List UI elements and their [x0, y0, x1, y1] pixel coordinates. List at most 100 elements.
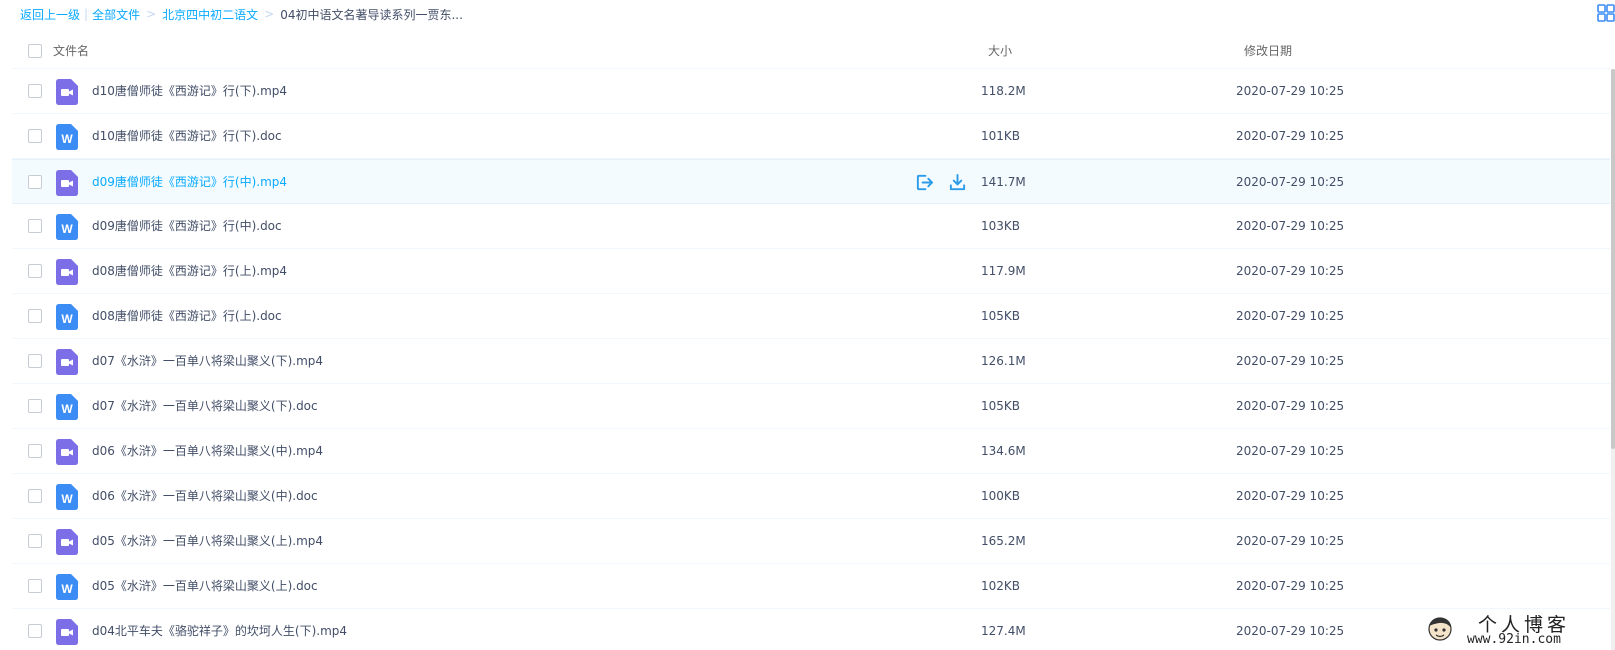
- file-date: 2020-07-29 10:25: [1236, 444, 1345, 458]
- file-date: 2020-07-29 10:25: [1236, 264, 1345, 278]
- row-checkbox[interactable]: [28, 129, 42, 143]
- row-checkbox[interactable]: [28, 579, 42, 593]
- file-date: 2020-07-29 10:25: [1236, 489, 1345, 503]
- file-name[interactable]: d04北平车夫《骆驼祥子》的坎坷人生(下).mp4: [92, 609, 347, 650]
- cartoon-face-icon: [1428, 617, 1452, 641]
- file-size: 134.6M: [981, 444, 1026, 458]
- file-name[interactable]: d08唐僧师徒《西游记》行(上).mp4: [92, 249, 287, 294]
- file-size: 126.1M: [981, 354, 1026, 368]
- file-row[interactable]: W d10唐僧师徒《西游记》行(下).doc 101KB 2020-07-29 …: [12, 114, 1610, 159]
- video-file-icon: [56, 529, 78, 555]
- file-date: 2020-07-29 10:25: [1236, 219, 1345, 233]
- row-checkbox[interactable]: [28, 489, 42, 503]
- row-checkbox[interactable]: [28, 84, 42, 98]
- file-size: 165.2M: [981, 534, 1026, 548]
- file-date: 2020-07-29 10:25: [1236, 534, 1345, 548]
- file-date: 2020-07-29 10:25: [1236, 579, 1345, 593]
- file-row[interactable]: W d07《水浒》一百单八将梁山聚义(下).doc 105KB 2020-07-…: [12, 384, 1610, 429]
- column-header-date[interactable]: 修改日期: [1244, 33, 1292, 69]
- file-name[interactable]: d05《水浒》一百单八将梁山聚义(上).mp4: [92, 519, 323, 564]
- video-file-icon: [56, 439, 78, 465]
- file-size: 105KB: [981, 309, 1021, 323]
- file-date: 2020-07-29 10:25: [1236, 354, 1345, 368]
- file-size: 141.7M: [981, 175, 1026, 189]
- file-row[interactable]: W d06《水浒》一百单八将梁山聚义(中).doc 100KB 2020-07-…: [12, 474, 1610, 519]
- file-name[interactable]: d06《水浒》一百单八将梁山聚义(中).doc: [92, 474, 318, 519]
- file-size: 100KB: [981, 489, 1021, 503]
- table-header: 文件名 大小 修改日期: [12, 33, 1610, 69]
- column-header-name[interactable]: 文件名: [53, 33, 89, 69]
- row-checkbox[interactable]: [28, 624, 42, 638]
- file-name[interactable]: d07《水浒》一百单八将梁山聚义(下).mp4: [92, 339, 323, 384]
- file-name[interactable]: d05《水浒》一百单八将梁山聚义(上).doc: [92, 564, 318, 609]
- file-row[interactable]: d07《水浒》一百单八将梁山聚义(下).mp4 126.1M 2020-07-2…: [12, 339, 1610, 384]
- row-checkbox[interactable]: [28, 354, 42, 368]
- file-date: 2020-07-29 10:25: [1236, 309, 1345, 323]
- file-date: 2020-07-29 10:25: [1236, 129, 1345, 143]
- scrollbar-thumb[interactable]: [1611, 69, 1615, 449]
- file-row[interactable]: W d09唐僧师徒《西游记》行(中).doc 103KB 2020-07-29 …: [12, 204, 1610, 249]
- file-row[interactable]: d04北平车夫《骆驼祥子》的坎坷人生(下).mp4 127.4M 2020-07…: [12, 609, 1610, 650]
- svg-text:W: W: [61, 132, 73, 146]
- file-row[interactable]: d05《水浒》一百单八将梁山聚义(上).mp4 165.2M 2020-07-2…: [12, 519, 1610, 564]
- word-doc-icon: W: [56, 484, 78, 510]
- row-checkbox[interactable]: [28, 219, 42, 233]
- word-doc-icon: W: [56, 124, 78, 150]
- share-icon[interactable]: [915, 173, 934, 192]
- file-name[interactable]: d09唐僧师徒《西游记》行(中).mp4: [92, 160, 287, 205]
- word-doc-icon: W: [56, 394, 78, 420]
- word-doc-icon: W: [56, 214, 78, 240]
- file-row[interactable]: W d05《水浒》一百单八将梁山聚义(上).doc 102KB 2020-07-…: [12, 564, 1610, 609]
- svg-text:W: W: [61, 312, 73, 326]
- row-checkbox[interactable]: [28, 444, 42, 458]
- file-date: 2020-07-29 10:25: [1236, 399, 1345, 413]
- svg-text:W: W: [61, 492, 73, 506]
- column-header-size[interactable]: 大小: [988, 33, 1012, 69]
- file-size: 103KB: [981, 219, 1021, 233]
- file-size: 105KB: [981, 399, 1021, 413]
- file-size: 127.4M: [981, 624, 1026, 638]
- file-name[interactable]: d10唐僧师徒《西游记》行(下).mp4: [92, 69, 287, 114]
- file-row[interactable]: d06《水浒》一百单八将梁山聚义(中).mp4 134.6M 2020-07-2…: [12, 429, 1610, 474]
- breadcrumb-separator: |: [84, 7, 89, 21]
- file-row[interactable]: d08唐僧师徒《西游记》行(上).mp4 117.9M 2020-07-29 1…: [12, 249, 1610, 294]
- svg-text:W: W: [61, 582, 73, 596]
- file-name[interactable]: d08唐僧师徒《西游记》行(上).doc: [92, 294, 282, 339]
- file-list: d10唐僧师徒《西游记》行(下).mp4 118.2M 2020-07-29 1…: [12, 69, 1610, 650]
- file-date: 2020-07-29 10:25: [1236, 84, 1345, 98]
- select-all-checkbox[interactable]: [28, 44, 42, 58]
- svg-text:W: W: [61, 402, 73, 416]
- row-checkbox[interactable]: [28, 264, 42, 278]
- file-row[interactable]: d10唐僧师徒《西游记》行(下).mp4 118.2M 2020-07-29 1…: [12, 69, 1610, 114]
- row-checkbox[interactable]: [28, 175, 42, 189]
- row-checkbox[interactable]: [28, 399, 42, 413]
- video-file-icon: [56, 349, 78, 375]
- download-icon[interactable]: [948, 173, 967, 192]
- file-row[interactable]: W d08唐僧师徒《西游记》行(上).doc 105KB 2020-07-29 …: [12, 294, 1610, 339]
- breadcrumb-current: 04初中语文名著导读系列一贾东...: [280, 7, 463, 22]
- video-file-icon: [56, 619, 78, 645]
- video-file-icon: [56, 259, 78, 285]
- file-size: 102KB: [981, 579, 1021, 593]
- file-row[interactable]: d09唐僧师徒《西游记》行(中).mp4 141.7M 2020-07-29 1…: [12, 159, 1610, 204]
- watermark-url: www.92in.com: [1467, 632, 1561, 647]
- breadcrumb-all-files[interactable]: 全部文件: [92, 6, 140, 23]
- word-doc-icon: W: [56, 304, 78, 330]
- row-checkbox[interactable]: [28, 309, 42, 323]
- watermark: 个人博客 www.92in.com: [1420, 610, 1615, 650]
- file-name[interactable]: d06《水浒》一百单八将梁山聚义(中).mp4: [92, 429, 323, 474]
- file-size: 117.9M: [981, 264, 1026, 278]
- back-link[interactable]: 返回上一级: [20, 6, 80, 23]
- row-checkbox[interactable]: [28, 534, 42, 548]
- grid-view-icon[interactable]: [1597, 4, 1615, 22]
- file-name[interactable]: d10唐僧师徒《西游记》行(下).doc: [92, 114, 282, 159]
- row-actions: [915, 173, 967, 192]
- file-date: 2020-07-29 10:25: [1236, 175, 1345, 189]
- file-name[interactable]: d07《水浒》一百单八将梁山聚义(下).doc: [92, 384, 318, 429]
- video-file-icon: [56, 170, 78, 196]
- video-file-icon: [56, 79, 78, 105]
- svg-text:W: W: [61, 222, 73, 236]
- file-size: 101KB: [981, 129, 1021, 143]
- file-name[interactable]: d09唐僧师徒《西游记》行(中).doc: [92, 204, 282, 249]
- breadcrumb-folder[interactable]: 北京四中初二语文: [162, 6, 258, 23]
